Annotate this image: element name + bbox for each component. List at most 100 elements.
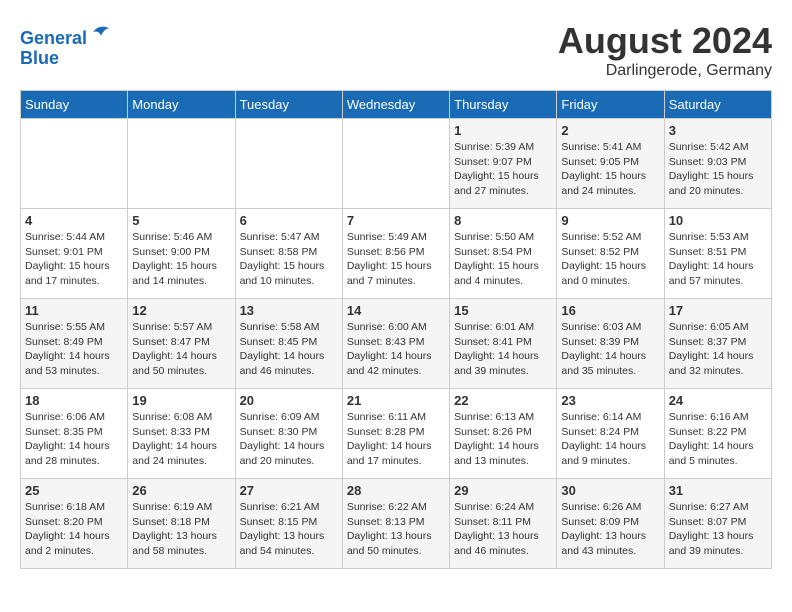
- day-number: 4: [25, 213, 123, 228]
- calendar-cell: 11 Sunrise: 5:55 AM Sunset: 8:49 PM Dayli…: [21, 299, 128, 389]
- day-info: Sunrise: 5:47 AM Sunset: 8:58 PM Dayligh…: [240, 230, 338, 289]
- calendar-cell: [235, 119, 342, 209]
- weekday-header-row: SundayMondayTuesdayWednesdayThursdayFrid…: [21, 91, 772, 119]
- day-number: 22: [454, 393, 552, 408]
- day-info: Sunrise: 6:19 AM Sunset: 8:18 PM Dayligh…: [132, 500, 230, 559]
- day-info: Sunrise: 5:53 AM Sunset: 8:51 PM Dayligh…: [669, 230, 767, 289]
- day-number: 28: [347, 483, 445, 498]
- calendar-cell: [342, 119, 449, 209]
- day-info: Sunrise: 6:03 AM Sunset: 8:39 PM Dayligh…: [561, 320, 659, 379]
- calendar-cell: 25 Sunrise: 6:18 AM Sunset: 8:20 PM Dayli…: [21, 479, 128, 569]
- day-number: 25: [25, 483, 123, 498]
- month-year-title: August 2024: [558, 20, 772, 62]
- calendar-cell: 13 Sunrise: 5:58 AM Sunset: 8:45 PM Dayli…: [235, 299, 342, 389]
- day-number: 9: [561, 213, 659, 228]
- day-number: 29: [454, 483, 552, 498]
- day-info: Sunrise: 6:16 AM Sunset: 8:22 PM Dayligh…: [669, 410, 767, 469]
- day-number: 24: [669, 393, 767, 408]
- day-info: Sunrise: 6:09 AM Sunset: 8:30 PM Dayligh…: [240, 410, 338, 469]
- day-info: Sunrise: 6:27 AM Sunset: 8:07 PM Dayligh…: [669, 500, 767, 559]
- day-number: 26: [132, 483, 230, 498]
- calendar-cell: 30 Sunrise: 6:26 AM Sunset: 8:09 PM Dayli…: [557, 479, 664, 569]
- day-info: Sunrise: 6:08 AM Sunset: 8:33 PM Dayligh…: [132, 410, 230, 469]
- day-info: Sunrise: 6:26 AM Sunset: 8:09 PM Dayligh…: [561, 500, 659, 559]
- day-info: Sunrise: 6:01 AM Sunset: 8:41 PM Dayligh…: [454, 320, 552, 379]
- day-number: 3: [669, 123, 767, 138]
- calendar-cell: 18Sunrise: 6:06 AM Sunset: 8:35 PM Dayli…: [21, 389, 128, 479]
- day-number: 2: [561, 123, 659, 138]
- calendar-cell: 7Sunrise: 5:49 AM Sunset: 8:56 PM Daylig…: [342, 209, 449, 299]
- day-number: 8: [454, 213, 552, 228]
- calendar-cell: 9 Sunrise: 5:52 AM Sunset: 8:52 PM Daylig…: [557, 209, 664, 299]
- day-info: Sunrise: 5:57 AM Sunset: 8:47 PM Dayligh…: [132, 320, 230, 379]
- day-info: Sunrise: 6:13 AM Sunset: 8:26 PM Dayligh…: [454, 410, 552, 469]
- calendar-week-row: 4 Sunrise: 5:44 AM Sunset: 9:01 PM Daylig…: [21, 209, 772, 299]
- day-info: Sunrise: 5:42 AM Sunset: 9:03 PM Dayligh…: [669, 140, 767, 199]
- calendar-cell: 15 Sunrise: 6:01 AM Sunset: 8:41 PM Dayli…: [450, 299, 557, 389]
- day-number: 13: [240, 303, 338, 318]
- calendar-cell: 22 Sunrise: 6:13 AM Sunset: 8:26 PM Dayli…: [450, 389, 557, 479]
- day-number: 20: [240, 393, 338, 408]
- day-info: Sunrise: 5:41 AM Sunset: 9:05 PM Dayligh…: [561, 140, 659, 199]
- day-number: 1: [454, 123, 552, 138]
- calendar-cell: [21, 119, 128, 209]
- day-info: Sunrise: 5:46 AM Sunset: 9:00 PM Dayligh…: [132, 230, 230, 289]
- calendar-cell: 5 Sunrise: 5:46 AM Sunset: 9:00 PM Daylig…: [128, 209, 235, 299]
- calendar-cell: 16Sunrise: 6:03 AM Sunset: 8:39 PM Dayli…: [557, 299, 664, 389]
- day-number: 15: [454, 303, 552, 318]
- day-number: 10: [669, 213, 767, 228]
- day-info: Sunrise: 5:58 AM Sunset: 8:45 PM Dayligh…: [240, 320, 338, 379]
- day-info: Sunrise: 5:50 AM Sunset: 8:54 PM Dayligh…: [454, 230, 552, 289]
- day-number: 11: [25, 303, 123, 318]
- weekday-header-tuesday: Tuesday: [235, 91, 342, 119]
- day-info: Sunrise: 6:18 AM Sunset: 8:20 PM Dayligh…: [25, 500, 123, 559]
- calendar-cell: 14Sunrise: 6:00 AM Sunset: 8:43 PM Dayli…: [342, 299, 449, 389]
- calendar-cell: 3 Sunrise: 5:42 AM Sunset: 9:03 PM Daylig…: [664, 119, 771, 209]
- day-number: 30: [561, 483, 659, 498]
- calendar-cell: 6 Sunrise: 5:47 AM Sunset: 8:58 PM Daylig…: [235, 209, 342, 299]
- logo-blue-text: Blue: [20, 49, 113, 69]
- title-block: August 2024 Darlingerode, Germany: [558, 20, 772, 80]
- day-info: Sunrise: 5:52 AM Sunset: 8:52 PM Dayligh…: [561, 230, 659, 289]
- weekday-header-saturday: Saturday: [664, 91, 771, 119]
- day-info: Sunrise: 5:44 AM Sunset: 9:01 PM Dayligh…: [25, 230, 123, 289]
- calendar-cell: 26 Sunrise: 6:19 AM Sunset: 8:18 PM Dayli…: [128, 479, 235, 569]
- calendar-week-row: 1 Sunrise: 5:39 AM Sunset: 9:07 PM Daylig…: [21, 119, 772, 209]
- weekday-header-sunday: Sunday: [21, 91, 128, 119]
- calendar-week-row: 11 Sunrise: 5:55 AM Sunset: 8:49 PM Dayli…: [21, 299, 772, 389]
- day-number: 6: [240, 213, 338, 228]
- calendar-cell: 31Sunrise: 6:27 AM Sunset: 8:07 PM Dayli…: [664, 479, 771, 569]
- day-number: 18: [25, 393, 123, 408]
- day-info: Sunrise: 6:00 AM Sunset: 8:43 PM Dayligh…: [347, 320, 445, 379]
- logo: General Blue: [20, 20, 113, 69]
- day-number: 27: [240, 483, 338, 498]
- calendar-cell: 19 Sunrise: 6:08 AM Sunset: 8:33 PM Dayli…: [128, 389, 235, 479]
- day-info: Sunrise: 6:11 AM Sunset: 8:28 PM Dayligh…: [347, 410, 445, 469]
- calendar-week-row: 25 Sunrise: 6:18 AM Sunset: 8:20 PM Dayli…: [21, 479, 772, 569]
- calendar-cell: 29 Sunrise: 6:24 AM Sunset: 8:11 PM Dayli…: [450, 479, 557, 569]
- calendar-cell: 24 Sunrise: 6:16 AM Sunset: 8:22 PM Dayli…: [664, 389, 771, 479]
- day-info: Sunrise: 5:55 AM Sunset: 8:49 PM Dayligh…: [25, 320, 123, 379]
- day-number: 5: [132, 213, 230, 228]
- day-info: Sunrise: 6:14 AM Sunset: 8:24 PM Dayligh…: [561, 410, 659, 469]
- calendar-cell: 10 Sunrise: 5:53 AM Sunset: 8:51 PM Dayli…: [664, 209, 771, 299]
- day-number: 19: [132, 393, 230, 408]
- calendar-table: SundayMondayTuesdayWednesdayThursdayFrid…: [20, 90, 772, 569]
- logo-bird-icon: [89, 20, 113, 44]
- day-number: 12: [132, 303, 230, 318]
- page-header: General Blue August 2024 Darlingerode, G…: [20, 20, 772, 80]
- day-info: Sunrise: 6:05 AM Sunset: 8:37 PM Dayligh…: [669, 320, 767, 379]
- calendar-cell: 20 Sunrise: 6:09 AM Sunset: 8:30 PM Dayli…: [235, 389, 342, 479]
- calendar-cell: 21Sunrise: 6:11 AM Sunset: 8:28 PM Dayli…: [342, 389, 449, 479]
- weekday-header-friday: Friday: [557, 91, 664, 119]
- day-info: Sunrise: 5:49 AM Sunset: 8:56 PM Dayligh…: [347, 230, 445, 289]
- calendar-cell: 2 Sunrise: 5:41 AM Sunset: 9:05 PM Daylig…: [557, 119, 664, 209]
- weekday-header-monday: Monday: [128, 91, 235, 119]
- location-subtitle: Darlingerode, Germany: [558, 62, 772, 80]
- calendar-cell: 23 Sunrise: 6:14 AM Sunset: 8:24 PM Dayli…: [557, 389, 664, 479]
- day-info: Sunrise: 5:39 AM Sunset: 9:07 PM Dayligh…: [454, 140, 552, 199]
- day-number: 23: [561, 393, 659, 408]
- calendar-cell: 27Sunrise: 6:21 AM Sunset: 8:15 PM Dayli…: [235, 479, 342, 569]
- day-info: Sunrise: 6:24 AM Sunset: 8:11 PM Dayligh…: [454, 500, 552, 559]
- logo-text: General: [20, 20, 113, 49]
